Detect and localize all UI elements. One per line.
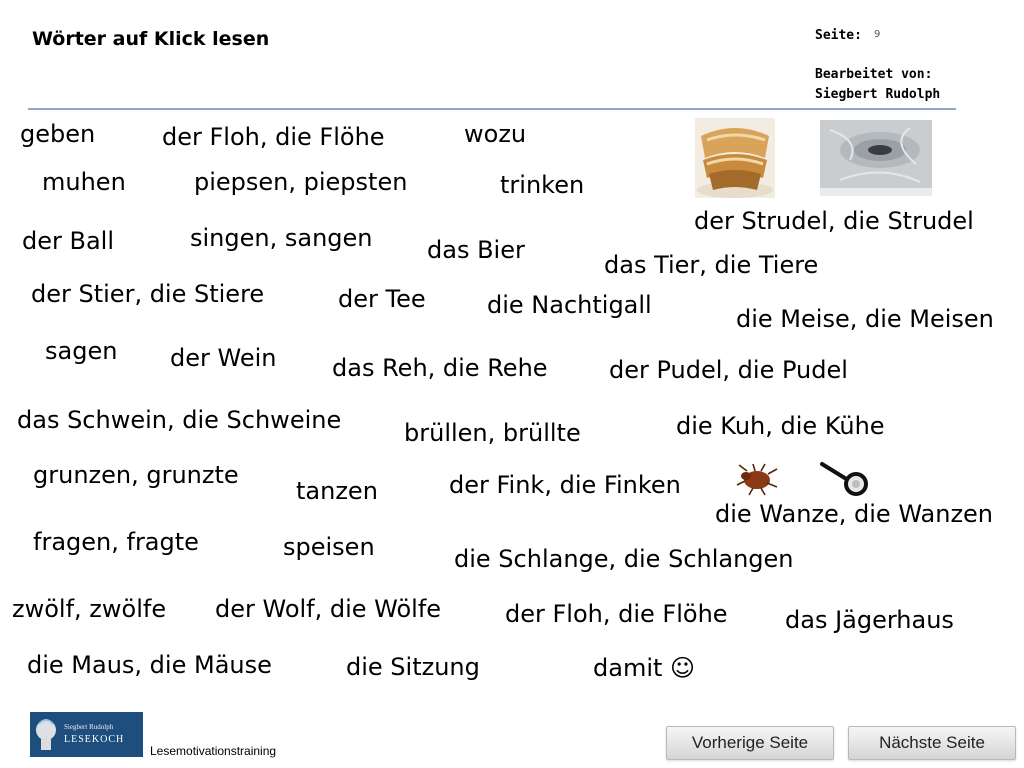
edited-by-label: Bearbeitet von: bbox=[815, 67, 933, 82]
word-link[interactable]: die Schlange, die Schlangen bbox=[454, 545, 794, 573]
magnifier-image[interactable] bbox=[818, 460, 870, 496]
editor-name: Siegbert Rudolph bbox=[815, 87, 941, 102]
logo-author: Siegbert Rudolph bbox=[64, 723, 114, 731]
word-link[interactable]: die Kuh, die Kühe bbox=[676, 412, 885, 440]
word-link[interactable]: brüllen, brüllte bbox=[404, 419, 581, 447]
word-link[interactable]: der Wolf, die Wölfe bbox=[215, 595, 441, 623]
word-link[interactable]: zwölf, zwölfe bbox=[12, 595, 166, 623]
page-label: Seite: bbox=[815, 28, 862, 43]
logo-brand: LESEKOCH bbox=[64, 734, 125, 745]
word-link[interactable]: muhen bbox=[42, 168, 126, 196]
word-link[interactable]: die Wanze, die Wanzen bbox=[715, 500, 993, 528]
strudel-image[interactable] bbox=[695, 118, 775, 198]
previous-page-button[interactable]: Vorherige Seite bbox=[666, 726, 834, 760]
bedbug-image[interactable] bbox=[735, 461, 779, 497]
word-link[interactable]: geben bbox=[20, 120, 95, 148]
whirlpool-image[interactable] bbox=[820, 120, 932, 196]
word-link[interactable]: die Maus, die Mäuse bbox=[27, 651, 272, 679]
word-link[interactable]: das Bier bbox=[427, 236, 525, 264]
word-link[interactable]: trinken bbox=[500, 171, 584, 199]
word-link[interactable]: der Fink, die Finken bbox=[449, 471, 681, 499]
word-link[interactable]: fragen, fragte bbox=[33, 528, 199, 556]
word-link[interactable]: die Nachtigall bbox=[487, 291, 652, 319]
word-link[interactable]: singen, sangen bbox=[190, 224, 372, 252]
word-link[interactable]: das Jägerhaus bbox=[785, 606, 954, 634]
word-link[interactable]: der Wein bbox=[170, 344, 276, 372]
footer-caption: Lesemotivationstraining bbox=[150, 744, 277, 758]
page-title: Wörter auf Klick lesen bbox=[32, 28, 270, 50]
word-link[interactable]: das Schwein, die Schweine bbox=[17, 406, 341, 434]
word-link[interactable]: die Meise, die Meisen bbox=[736, 305, 994, 333]
word-link[interactable]: der Strudel, die Strudel bbox=[694, 207, 974, 235]
leselkoch-logo: Siegbert Rudolph LESEKOCH bbox=[30, 712, 143, 757]
word-link[interactable]: der Stier, die Stiere bbox=[31, 280, 264, 308]
page-number: 9 bbox=[874, 29, 881, 40]
word-link[interactable]: das Tier, die Tiere bbox=[604, 251, 818, 279]
next-page-button[interactable]: Nächste Seite bbox=[848, 726, 1016, 760]
word-link[interactable]: der Floh, die Flöhe bbox=[162, 123, 385, 151]
word-link[interactable]: der Ball bbox=[22, 227, 114, 255]
word-link[interactable]: grunzen, grunzte bbox=[33, 461, 239, 489]
word-link[interactable]: der Floh, die Flöhe bbox=[505, 600, 728, 628]
word-link[interactable]: piepsen, piepsten bbox=[194, 168, 407, 196]
word-link[interactable]: der Pudel, die Pudel bbox=[609, 356, 848, 384]
header-divider bbox=[28, 108, 956, 110]
word-link[interactable]: die Sitzung bbox=[346, 653, 480, 681]
word-link[interactable]: tanzen bbox=[296, 477, 378, 505]
word-link[interactable]: damit ☺ bbox=[593, 654, 695, 682]
word-link[interactable]: das Reh, die Rehe bbox=[332, 354, 548, 382]
word-link[interactable]: sagen bbox=[45, 337, 117, 365]
word-link[interactable]: speisen bbox=[283, 533, 375, 561]
word-link[interactable]: wozu bbox=[464, 120, 526, 148]
word-link[interactable]: der Tee bbox=[338, 285, 426, 313]
